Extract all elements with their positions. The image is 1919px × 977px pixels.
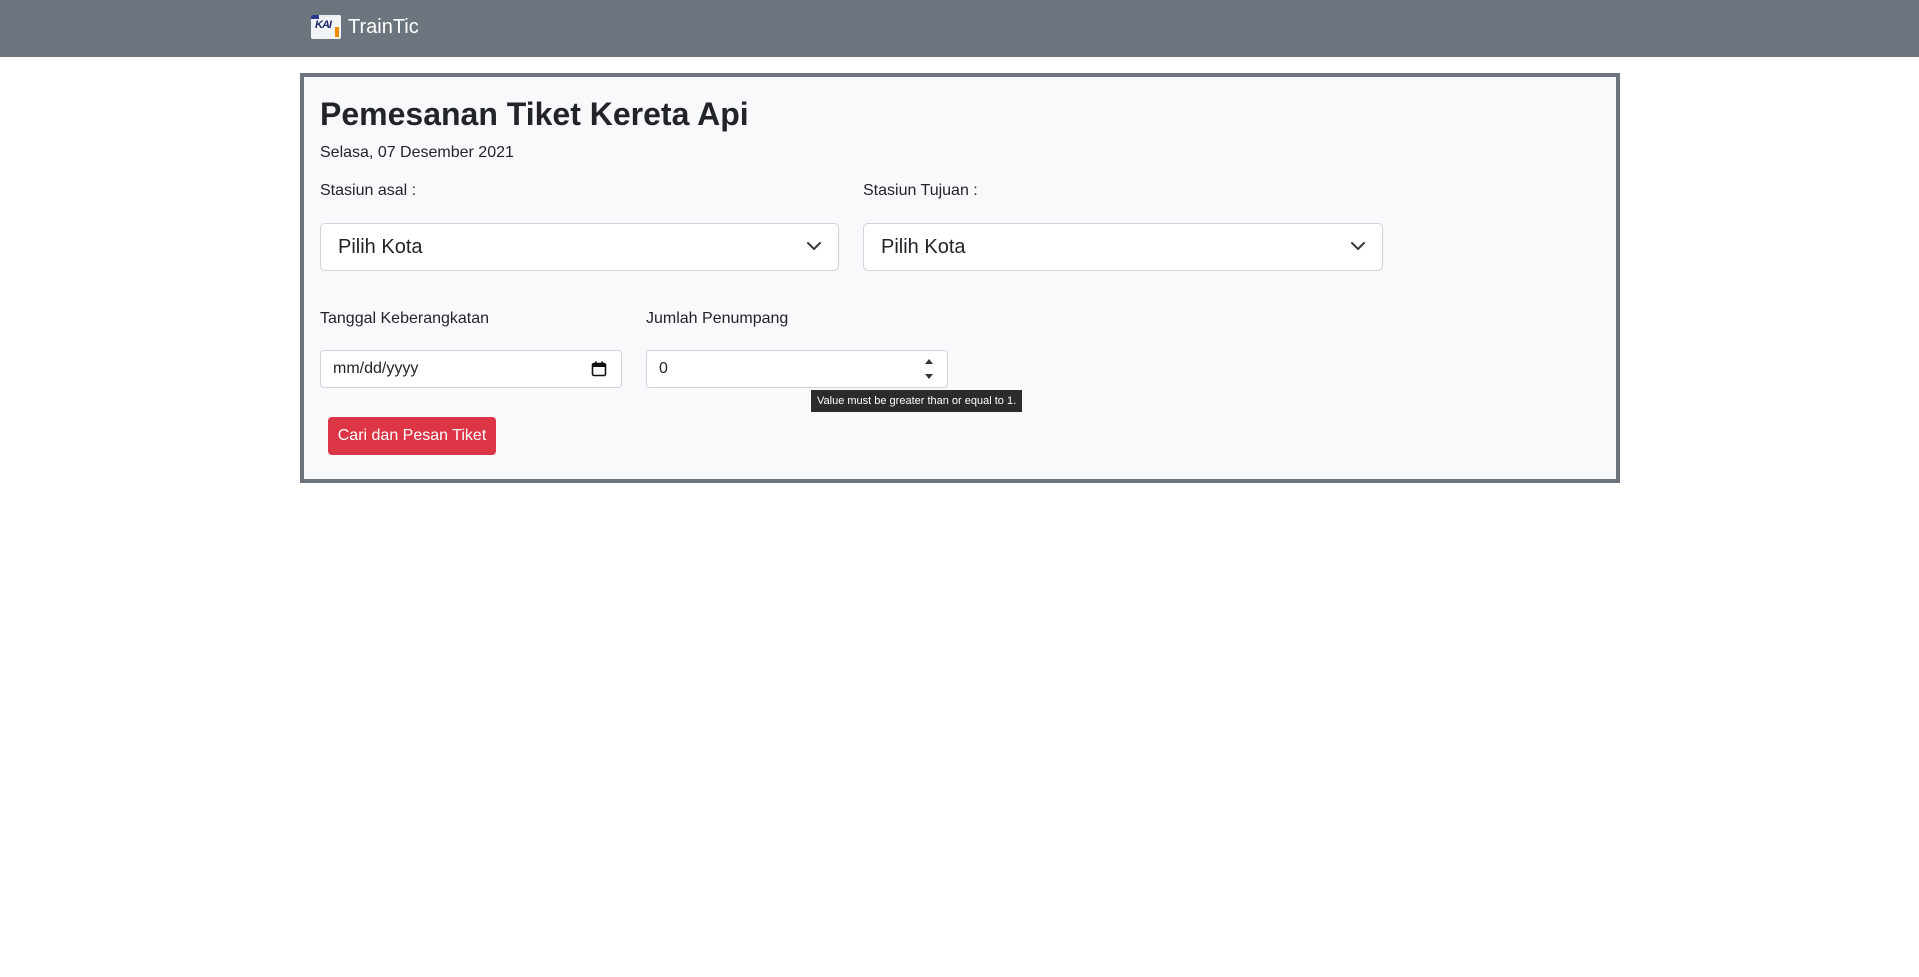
passengers-label: Jumlah Penumpang: [646, 310, 789, 327]
spinner-arrows-icon[interactable]: [923, 357, 935, 381]
decrement-icon[interactable]: [925, 374, 933, 379]
increment-icon[interactable]: [925, 359, 933, 364]
departure-date-input[interactable]: mm/dd/yyyy: [320, 350, 622, 388]
origin-select-value: Pilih Kota: [338, 235, 423, 258]
calendar-icon[interactable]: [591, 361, 607, 377]
destination-select[interactable]: Pilih Kota: [863, 223, 1383, 271]
validation-tooltip: Value must be greater than or equal to 1…: [811, 390, 1023, 412]
chevron-down-icon: [807, 242, 821, 250]
departure-date-placeholder: mm/dd/yyyy: [333, 360, 419, 377]
departure-date-label: Tanggal Keberangkatan: [320, 310, 490, 327]
current-date: Selasa, 07 Desember 2021: [320, 144, 514, 161]
chevron-down-icon: [1351, 242, 1365, 250]
brand-logo: KAI: [311, 15, 341, 39]
brand-logo-text: KAI: [315, 19, 332, 31]
brand-name: TrainTic: [348, 15, 419, 38]
search-book-button[interactable]: Cari dan Pesan Tiket: [328, 417, 496, 455]
booking-card: Pemesanan Tiket Kereta Api Selasa, 07 De…: [300, 73, 1620, 483]
passengers-value: 0: [659, 360, 668, 377]
origin-select[interactable]: Pilih Kota: [320, 223, 839, 271]
passengers-input[interactable]: 0: [646, 350, 948, 388]
destination-label: Stasiun Tujuan :: [863, 182, 978, 199]
navbar: KAI TrainTic: [0, 0, 1919, 57]
page-title: Pemesanan Tiket Kereta Api: [320, 96, 749, 132]
brand-link[interactable]: KAI TrainTic: [311, 15, 419, 39]
origin-label: Stasiun asal :: [320, 182, 417, 199]
destination-select-value: Pilih Kota: [881, 235, 966, 258]
